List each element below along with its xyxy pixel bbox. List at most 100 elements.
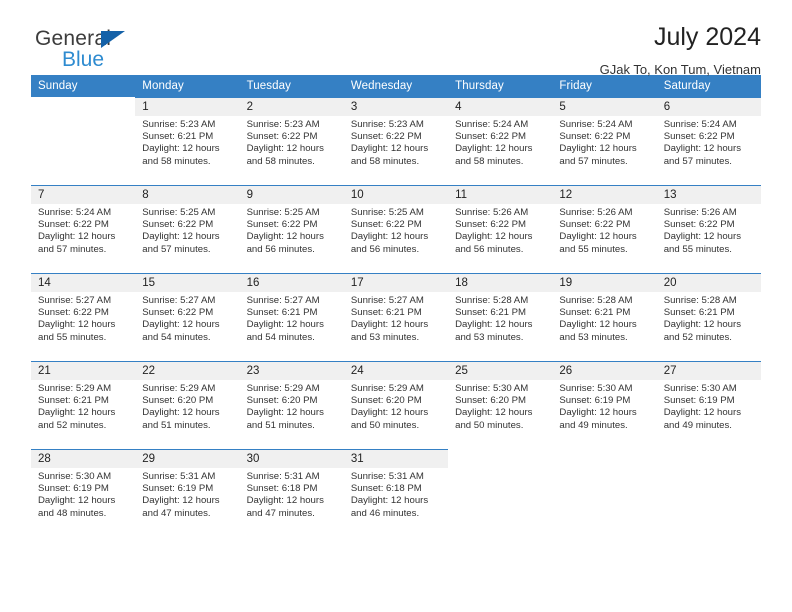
sunrise-text: Sunrise: 5:23 AM: [350, 119, 424, 130]
daylight-text-line2: and 58 minutes.: [246, 155, 315, 167]
day-cell[interactable]: Sunrise: 5:24 AM Sunset: 6:22 PM Dayligh…: [656, 116, 761, 186]
daylight-text-line2: and 49 minutes.: [663, 419, 732, 431]
sunrise-text: Sunrise: 5:24 AM: [559, 119, 633, 130]
week-info-row: Sunrise: 5:27 AM Sunset: 6:22 PM Dayligh…: [31, 292, 761, 362]
daylight-text-line1: Daylight: 12 hours: [663, 407, 742, 419]
daylight-text-line2: and 56 minutes.: [246, 243, 315, 255]
day-cell[interactable]: Sunrise: 5:26 AM Sunset: 6:22 PM Dayligh…: [448, 204, 553, 274]
day-cell[interactable]: Sunrise: 5:23 AM Sunset: 6:21 PM Dayligh…: [135, 116, 240, 186]
day-cell[interactable]: Sunrise: 5:29 AM Sunset: 6:20 PM Dayligh…: [343, 380, 449, 450]
day-number[interactable]: 17: [343, 273, 449, 292]
weekday-header-thursday: Thursday: [448, 75, 553, 98]
daylight-text-line1: Daylight: 12 hours: [142, 231, 220, 243]
day-number[interactable]: 11: [448, 185, 553, 204]
day-number[interactable]: 30: [239, 449, 344, 468]
day-cell[interactable]: Sunrise: 5:23 AM Sunset: 6:22 PM Dayligh…: [239, 116, 344, 186]
day-number[interactable]: 26: [552, 361, 657, 380]
weekday-header-monday: Monday: [135, 75, 240, 98]
day-number[interactable]: 5: [552, 97, 657, 116]
daylight-text-line2: and 55 minutes.: [663, 243, 732, 255]
brand-logo[interactable]: General Blue: [35, 28, 155, 76]
day-cell[interactable]: Sunrise: 5:27 AM Sunset: 6:22 PM Dayligh…: [31, 292, 136, 362]
day-cell[interactable]: Sunrise: 5:26 AM Sunset: 6:22 PM Dayligh…: [656, 204, 761, 274]
day-number[interactable]: 18: [448, 273, 553, 292]
day-cell[interactable]: Sunrise: 5:25 AM Sunset: 6:22 PM Dayligh…: [343, 204, 449, 274]
sunrise-text: Sunrise: 5:27 AM: [350, 295, 424, 306]
sunrise-text: Sunrise: 5:24 AM: [663, 119, 737, 130]
daylight-text-line1: Daylight: 12 hours: [350, 143, 429, 155]
day-cell[interactable]: Sunrise: 5:31 AM Sunset: 6:18 PM Dayligh…: [343, 468, 449, 537]
sunset-text: Sunset: 6:22 PM: [559, 131, 631, 143]
day-number[interactable]: 21: [31, 361, 136, 380]
day-number[interactable]: 19: [552, 273, 657, 292]
sunrise-text: Sunrise: 5:26 AM: [559, 207, 633, 218]
day-cell[interactable]: Sunrise: 5:25 AM Sunset: 6:22 PM Dayligh…: [239, 204, 344, 274]
day-number[interactable]: 1: [135, 97, 240, 116]
sunset-text: Sunset: 6:19 PM: [142, 483, 214, 495]
daylight-text-line2: and 49 minutes.: [559, 419, 628, 431]
day-number[interactable]: 12: [552, 185, 657, 204]
sunrise-text: Sunrise: 5:23 AM: [246, 119, 320, 130]
day-cell[interactable]: Sunrise: 5:24 AM Sunset: 6:22 PM Dayligh…: [448, 116, 553, 186]
week-date-row: 28 29 30 31: [31, 449, 761, 468]
page-header: General Blue July 2024 GJak To, Kon Tum,…: [31, 0, 761, 77]
day-number[interactable]: 4: [448, 97, 553, 116]
sunrise-text: Sunrise: 5:29 AM: [38, 383, 112, 394]
day-cell[interactable]: Sunrise: 5:27 AM Sunset: 6:21 PM Dayligh…: [343, 292, 449, 362]
day-number[interactable]: 16: [239, 273, 344, 292]
day-number[interactable]: 6: [656, 97, 761, 116]
daylight-text-line1: Daylight: 12 hours: [455, 143, 533, 155]
day-cell[interactable]: Sunrise: 5:25 AM Sunset: 6:22 PM Dayligh…: [135, 204, 240, 274]
sunrise-text: Sunrise: 5:27 AM: [142, 295, 216, 306]
day-number[interactable]: 14: [31, 273, 136, 292]
day-cell[interactable]: Sunrise: 5:28 AM Sunset: 6:21 PM Dayligh…: [656, 292, 761, 362]
day-number[interactable]: 7: [31, 185, 136, 204]
day-cell[interactable]: Sunrise: 5:24 AM Sunset: 6:22 PM Dayligh…: [31, 204, 136, 274]
day-cell[interactable]: Sunrise: 5:27 AM Sunset: 6:21 PM Dayligh…: [239, 292, 344, 362]
day-cell[interactable]: Sunrise: 5:30 AM Sunset: 6:19 PM Dayligh…: [552, 380, 657, 450]
day-number[interactable]: 10: [343, 185, 449, 204]
day-number[interactable]: 29: [135, 449, 240, 468]
day-number[interactable]: 15: [135, 273, 240, 292]
day-cell[interactable]: Sunrise: 5:26 AM Sunset: 6:22 PM Dayligh…: [552, 204, 657, 274]
day-cell[interactable]: Sunrise: 5:28 AM Sunset: 6:21 PM Dayligh…: [552, 292, 657, 362]
calendar-body: 1 2 3 4 5 6 Sunrise: 5:23 AM Sunset: 6:2…: [31, 97, 761, 537]
daylight-text-line2: and 55 minutes.: [559, 243, 628, 255]
day-number[interactable]: 31: [343, 449, 449, 468]
day-number[interactable]: 20: [656, 273, 761, 292]
day-number[interactable]: 25: [448, 361, 553, 380]
day-cell[interactable]: Sunrise: 5:30 AM Sunset: 6:19 PM Dayligh…: [31, 468, 136, 537]
day-cell[interactable]: Sunrise: 5:30 AM Sunset: 6:19 PM Dayligh…: [656, 380, 761, 450]
day-number[interactable]: 28: [31, 449, 136, 468]
day-number[interactable]: 9: [239, 185, 344, 204]
day-number[interactable]: 23: [239, 361, 344, 380]
day-cell[interactable]: Sunrise: 5:29 AM Sunset: 6:21 PM Dayligh…: [31, 380, 136, 450]
day-cell[interactable]: Sunrise: 5:24 AM Sunset: 6:22 PM Dayligh…: [552, 116, 657, 186]
day-cell[interactable]: Sunrise: 5:30 AM Sunset: 6:20 PM Dayligh…: [448, 380, 553, 450]
day-number[interactable]: 24: [343, 361, 449, 380]
weekday-header-tuesday: Tuesday: [239, 75, 344, 98]
day-number[interactable]: 27: [656, 361, 761, 380]
day-cell[interactable]: Sunrise: 5:31 AM Sunset: 6:18 PM Dayligh…: [239, 468, 344, 537]
day-cell[interactable]: Sunrise: 5:31 AM Sunset: 6:19 PM Dayligh…: [135, 468, 240, 537]
day-cell[interactable]: Sunrise: 5:29 AM Sunset: 6:20 PM Dayligh…: [135, 380, 240, 450]
sunset-text: Sunset: 6:22 PM: [246, 219, 318, 231]
day-cell[interactable]: Sunrise: 5:27 AM Sunset: 6:22 PM Dayligh…: [135, 292, 240, 362]
day-number[interactable]: 22: [135, 361, 240, 380]
daylight-text-line1: Daylight: 12 hours: [663, 143, 742, 155]
daylight-text-line2: and 55 minutes.: [38, 331, 107, 343]
day-cell[interactable]: Sunrise: 5:29 AM Sunset: 6:20 PM Dayligh…: [239, 380, 344, 450]
day-cell[interactable]: Sunrise: 5:28 AM Sunset: 6:21 PM Dayligh…: [448, 292, 553, 362]
sunset-text: Sunset: 6:21 PM: [246, 307, 318, 319]
day-number[interactable]: 13: [656, 185, 761, 204]
week-date-row: 14 15 16 17 18 19 20: [31, 273, 761, 292]
day-cell-empty: [31, 116, 136, 186]
day-number[interactable]: 2: [239, 97, 344, 116]
sunrise-text: Sunrise: 5:23 AM: [142, 119, 216, 130]
day-number[interactable]: 8: [135, 185, 240, 204]
day-number-empty: [552, 449, 657, 468]
day-number[interactable]: 3: [343, 97, 449, 116]
daylight-text-line1: Daylight: 12 hours: [559, 407, 637, 419]
day-cell[interactable]: Sunrise: 5:23 AM Sunset: 6:22 PM Dayligh…: [343, 116, 449, 186]
daylight-text-line1: Daylight: 12 hours: [455, 319, 533, 331]
